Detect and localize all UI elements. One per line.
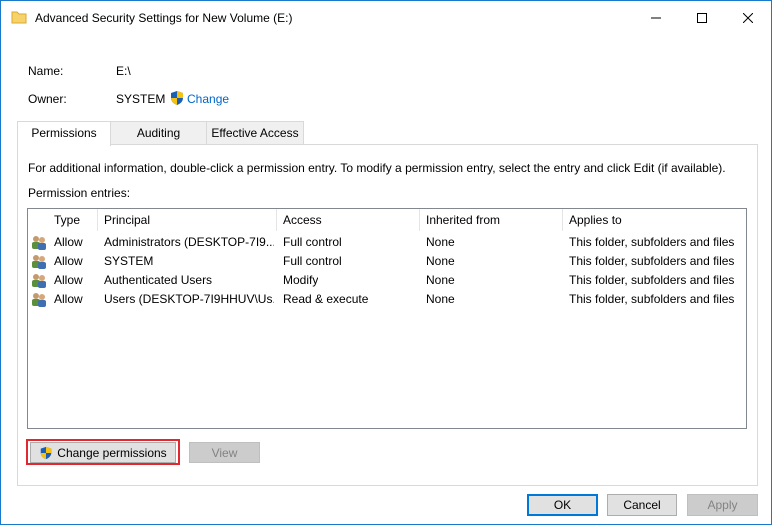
cell-access: Read & execute [283,292,369,306]
owner-value: SYSTEM [116,92,166,106]
owner-label: Owner: [28,92,67,106]
ok-button[interactable]: OK [527,494,598,516]
tab-auditing[interactable]: Auditing [109,121,208,144]
cell-principal: Administrators (DESKTOP-7I9... [104,235,274,249]
cell-access: Modify [283,273,319,287]
cell-type: Allow [54,292,83,306]
change-owner-link[interactable]: Change [187,92,229,106]
cell-type: Allow [54,235,83,249]
users-icon [31,235,47,250]
security-dialog: Advanced Security Settings for New Volum… [0,0,772,525]
table-row[interactable]: Allow SYSTEM Full control None This fold… [28,252,746,271]
uac-shield-icon [169,90,185,109]
cell-inherited-from: None [426,292,455,306]
table-row[interactable]: Allow Administrators (DESKTOP-7I9... Ful… [28,233,746,252]
minimize-button[interactable] [633,1,679,35]
table-row[interactable]: Allow Users (DESKTOP-7I9HHUV\Us... Read … [28,290,746,309]
cell-inherited-from: None [426,273,455,287]
cell-type: Allow [54,273,83,287]
cancel-button[interactable]: Cancel [607,494,677,516]
table-row[interactable]: Allow Authenticated Users Modify None Th… [28,271,746,290]
window-title: Advanced Security Settings for New Volum… [35,11,293,25]
change-permissions-button[interactable]: Change permissions [30,442,176,463]
cell-access: Full control [283,235,342,249]
title-bar[interactable]: Advanced Security Settings for New Volum… [1,1,771,35]
cell-applies-to: This folder, subfolders and files [569,235,735,249]
cell-principal: Users (DESKTOP-7I9HHUV\Us... [104,292,274,306]
cell-type: Allow [54,254,83,268]
column-header-access[interactable]: Access [277,209,420,231]
apply-button[interactable]: Apply [687,494,758,516]
instructions-text: For additional information, double-click… [28,161,726,175]
cell-applies-to: This folder, subfolders and files [569,273,735,287]
close-icon [743,13,753,23]
users-icon [31,254,47,269]
column-header-type[interactable]: Type [48,209,98,231]
cell-applies-to: This folder, subfolders and files [569,292,735,306]
list-header: Type Principal Access Inherited from App… [28,209,746,231]
name-label: Name: [28,64,64,78]
cell-principal: Authenticated Users [104,273,213,287]
cell-access: Full control [283,254,342,268]
users-icon [31,273,47,288]
tab-permissions[interactable]: Permissions [17,121,111,146]
minimize-icon [651,17,661,19]
column-header-principal[interactable]: Principal [98,209,277,231]
folder-icon [11,10,27,24]
uac-shield-icon [39,446,53,460]
permission-entries-list[interactable]: Type Principal Access Inherited from App… [27,208,747,429]
close-button[interactable] [725,1,771,35]
permission-entries-label: Permission entries: [28,186,131,200]
cell-applies-to: This folder, subfolders and files [569,254,735,268]
column-header-applies-to[interactable]: Applies to [563,209,746,231]
view-button[interactable]: View [189,442,260,463]
cell-principal: SYSTEM [104,254,154,268]
change-permissions-label: Change permissions [57,445,167,460]
tab-effective-access[interactable]: Effective Access [206,121,304,144]
column-header-inherited-from[interactable]: Inherited from [420,209,563,231]
users-icon [31,292,47,307]
cell-inherited-from: None [426,235,455,249]
maximize-icon [697,13,707,23]
maximize-button[interactable] [679,1,725,35]
cell-inherited-from: None [426,254,455,268]
name-value: E:\ [116,64,131,78]
